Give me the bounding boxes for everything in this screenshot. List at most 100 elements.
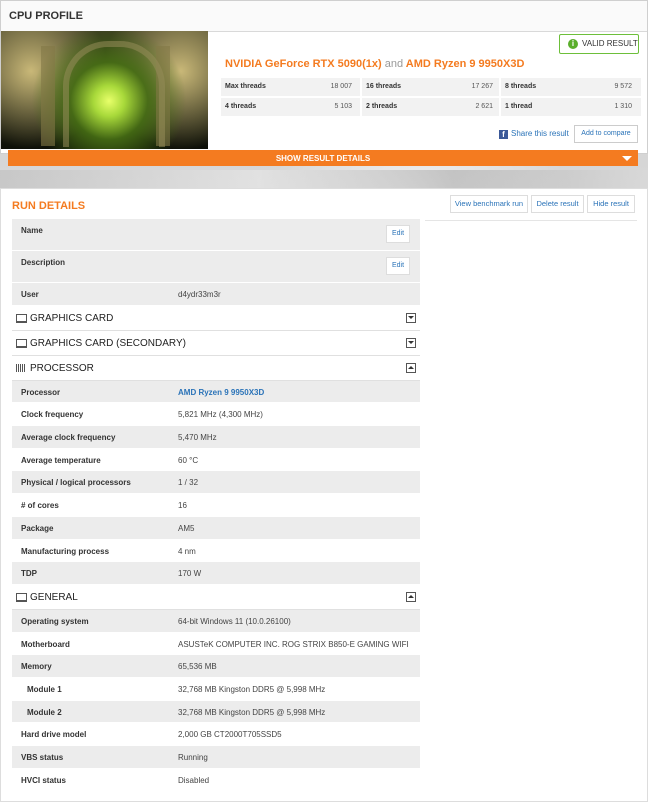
detail-row: Module 1 32,768 MB Kingston DDR5 @ 5,998… bbox=[12, 677, 420, 701]
detail-value: 64-bit Windows 11 (10.0.26100) bbox=[178, 616, 291, 626]
show-details-label: SHOW RESULT DETAILS bbox=[275, 154, 371, 163]
detail-value: 1 / 32 bbox=[178, 478, 199, 488]
result-headline: NVIDIA GeForce RTX 5090(1x) and AMD Ryze… bbox=[225, 58, 524, 70]
detail-value: 60 °C bbox=[178, 455, 199, 465]
and-connector: and bbox=[384, 58, 404, 70]
detail-value: 170 W bbox=[178, 569, 202, 579]
detail-value: 5,821 MHz (4,300 MHz) bbox=[178, 410, 263, 420]
detail-row: Average clock frequency 5,470 MHz bbox=[12, 426, 420, 449]
detail-row: Package AM5 bbox=[12, 516, 420, 540]
detail-value: ASUSTeK COMPUTER INC. ROG STRIX B850-E G… bbox=[178, 639, 409, 649]
score-label: 16 threads bbox=[366, 83, 402, 90]
user-value: d4ydr33m3r bbox=[178, 290, 221, 299]
processor-link[interactable]: AMD Ryzen 9 9950X3D bbox=[178, 388, 264, 397]
expand-icon[interactable] bbox=[406, 337, 416, 348]
benchmark-thumbnail bbox=[1, 31, 208, 149]
score-label: 4 threads bbox=[225, 103, 257, 110]
score-value: 2 621 bbox=[475, 103, 493, 110]
section-graphics-card-secondary[interactable]: GRAPHICS CARD (SECONDARY) bbox=[12, 330, 420, 356]
gpu-name[interactable]: NVIDIA GeForce RTX 5090(1x) bbox=[225, 58, 382, 70]
expand-icon[interactable] bbox=[406, 312, 416, 323]
detail-row: TDP 170 W bbox=[12, 562, 420, 585]
score-cell: 4 threads 5 103 bbox=[221, 98, 358, 116]
name-label: Name bbox=[21, 226, 43, 235]
section-title: GRAPHICS CARD bbox=[30, 312, 114, 324]
scores-row: Max threads 18 007 16 threads 17 267 8 t… bbox=[221, 78, 641, 96]
detail-value: 32,768 MB Kingston DDR5 @ 5,998 MHz bbox=[178, 707, 326, 717]
background-banner bbox=[0, 170, 648, 190]
score-label: 2 threads bbox=[366, 103, 398, 110]
score-value: 1 310 bbox=[614, 103, 632, 110]
valid-result-badge[interactable]: i VALID RESULT bbox=[559, 34, 639, 54]
section-title: PROCESSOR bbox=[30, 362, 94, 374]
detail-key: VBS status bbox=[21, 753, 64, 762]
section-title: GRAPHICS CARD (SECONDARY) bbox=[30, 337, 186, 349]
detail-row: Processor AMD Ryzen 9 9950X3D bbox=[12, 380, 420, 404]
detail-key: Manufacturing process bbox=[21, 546, 110, 556]
show-result-details-bar[interactable]: SHOW RESULT DETAILS bbox=[8, 150, 638, 166]
name-row: Name Edit bbox=[12, 219, 420, 251]
detail-row: HVCI status Disabled bbox=[12, 768, 420, 792]
detail-key: Processor bbox=[21, 387, 61, 397]
score-cell: 16 threads 17 267 bbox=[360, 78, 499, 96]
detail-key: Physical / logical processors bbox=[21, 478, 131, 488]
laptop-icon bbox=[16, 313, 27, 323]
score-value: 17 267 bbox=[471, 83, 493, 90]
detail-value: 16 bbox=[178, 501, 187, 511]
detail-value: 5,470 MHz bbox=[178, 433, 217, 443]
hide-result-button[interactable]: Hide result bbox=[587, 195, 635, 213]
cpu-profile-card: CPU PROFILE i VALID RESULT NVIDIA GeForc… bbox=[0, 0, 648, 154]
share-result-link[interactable]: f Share this result bbox=[499, 129, 569, 139]
detail-row: Average temperature 60 °C bbox=[12, 448, 420, 472]
detail-row: Hard drive model 2,000 GB CT2000T705SSD5 bbox=[12, 723, 420, 746]
score-value: 9 572 bbox=[614, 83, 632, 90]
score-cell: Max threads 18 007 bbox=[221, 78, 358, 96]
run-details-list: Name Edit Description Edit User d4ydr33m… bbox=[12, 219, 420, 792]
detail-value: AM5 bbox=[178, 523, 195, 533]
laptop-icon bbox=[16, 338, 27, 348]
run-details-title: RUN DETAILS bbox=[12, 200, 86, 212]
score-value: 18 007 bbox=[330, 83, 352, 90]
detail-row: Operating system 64-bit Windows 11 (10.0… bbox=[12, 609, 420, 633]
detail-value: 32,768 MB Kingston DDR5 @ 5,998 MHz bbox=[178, 684, 326, 694]
detail-row: Clock frequency 5,821 MHz (4,300 MHz) bbox=[12, 403, 420, 427]
detail-row: Motherboard ASUSTeK COMPUTER INC. ROG ST… bbox=[12, 632, 420, 656]
add-to-compare-button[interactable]: Add to compare bbox=[574, 125, 638, 143]
thumbnail-pillar bbox=[41, 46, 55, 146]
detail-key: Memory bbox=[21, 662, 52, 672]
section-processor[interactable]: PROCESSOR bbox=[12, 355, 420, 381]
scores-row: 4 threads 5 103 2 threads 2 621 1 thread… bbox=[221, 98, 641, 116]
scores-table: Max threads 18 007 16 threads 17 267 8 t… bbox=[221, 78, 641, 118]
edit-name-button[interactable]: Edit bbox=[386, 225, 410, 243]
detail-key: Module 2 bbox=[27, 707, 62, 717]
detail-row: Module 2 32,768 MB Kingston DDR5 @ 5,998… bbox=[12, 700, 420, 724]
delete-result-button[interactable]: Delete result bbox=[531, 195, 584, 213]
view-benchmark-run-button[interactable]: View benchmark run bbox=[450, 195, 528, 213]
profile-title-bar: CPU PROFILE bbox=[1, 1, 647, 32]
share-label: Share this result bbox=[511, 129, 569, 138]
detail-key: # of cores bbox=[21, 501, 59, 511]
laptop-icon bbox=[16, 592, 27, 602]
cpu-name[interactable]: AMD Ryzen 9 9950X3D bbox=[406, 58, 525, 70]
detail-value: Disabled bbox=[178, 775, 210, 785]
collapse-icon[interactable] bbox=[406, 591, 416, 602]
page-title: CPU PROFILE bbox=[9, 10, 83, 22]
score-value: 5 103 bbox=[334, 103, 352, 110]
chevron-down-icon bbox=[622, 156, 632, 161]
section-general[interactable]: GENERAL bbox=[12, 584, 420, 610]
section-title: GENERAL bbox=[30, 591, 78, 603]
section-graphics-card[interactable]: GRAPHICS CARD bbox=[12, 305, 420, 331]
score-cell: 8 threads 9 572 bbox=[499, 78, 638, 96]
description-label: Description bbox=[21, 258, 66, 267]
processor-icon bbox=[16, 363, 25, 372]
facebook-icon: f bbox=[499, 130, 508, 139]
detail-row: Physical / logical processors 1 / 32 bbox=[12, 471, 420, 495]
valid-result-label: VALID RESULT bbox=[582, 39, 638, 48]
user-label: User bbox=[21, 290, 39, 299]
edit-description-button[interactable]: Edit bbox=[386, 257, 410, 275]
detail-key: HVCI status bbox=[21, 775, 66, 785]
run-details-card: RUN DETAILS View benchmark run Delete re… bbox=[0, 188, 648, 802]
score-label: 8 threads bbox=[505, 83, 537, 90]
detail-key: Package bbox=[21, 523, 54, 533]
collapse-icon[interactable] bbox=[406, 362, 416, 373]
